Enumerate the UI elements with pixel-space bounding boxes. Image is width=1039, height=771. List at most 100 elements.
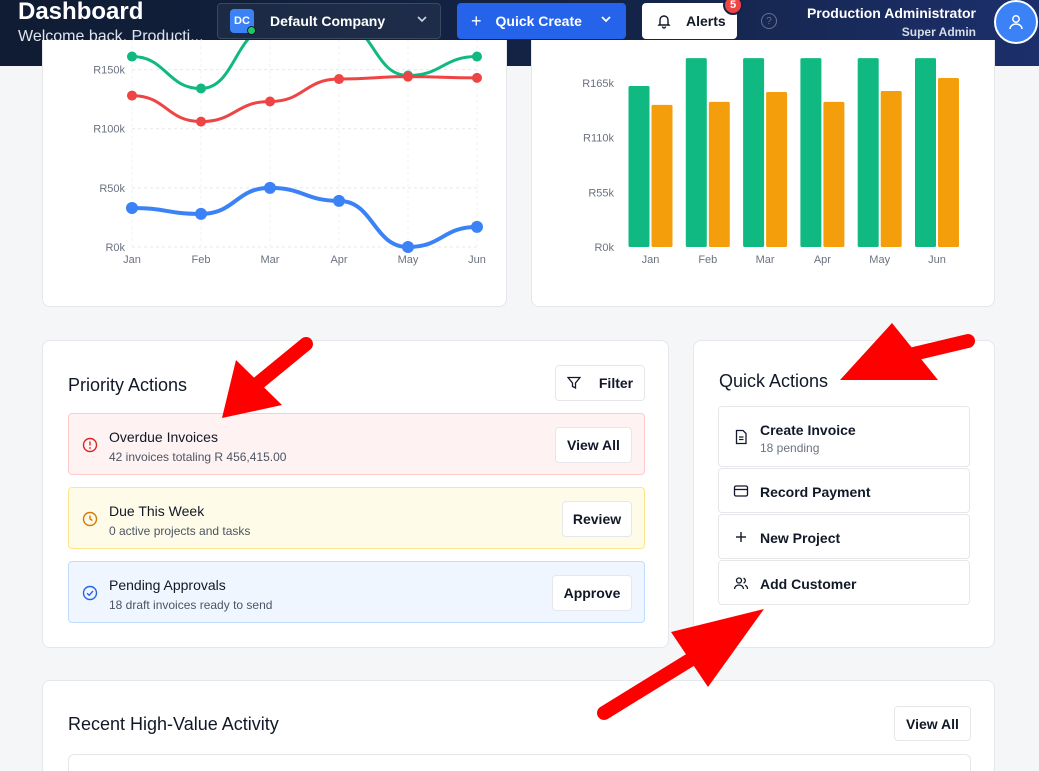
bar (766, 91, 788, 247)
priority-item-subtitle: 0 active projects and tasks (109, 524, 251, 538)
series-point (265, 96, 275, 107)
y-tick-label: R55k (588, 187, 614, 199)
priority-item-title: Due This Week (109, 503, 205, 519)
priority-item-overdue: Overdue Invoices 42 invoices totaling R … (68, 413, 645, 475)
chevron-down-icon (416, 13, 428, 28)
x-tick-label: May (869, 254, 890, 266)
company-selector[interactable]: DC Default Company (217, 3, 441, 39)
create-invoice-action[interactable]: Create Invoice 18 pending (718, 406, 970, 467)
series-point (333, 194, 345, 207)
bar (685, 58, 707, 247)
line-chart: R0k R50k R100k R150k Jan Feb Mar Apr May Jun (93, 40, 486, 266)
y-tick-label: R0k (594, 242, 614, 254)
series-point (403, 71, 413, 82)
user-icon (1009, 15, 1023, 30)
series-point (195, 207, 207, 220)
x-tick-label: Jan (123, 254, 141, 266)
view-all-activity-button[interactable]: View All (894, 706, 971, 741)
revenue-line-chart-card: R0k R50k R100k R150k Jan Feb Mar Apr May Jun (42, 40, 507, 307)
bar (938, 78, 959, 247)
filter-icon (566, 376, 581, 390)
series-point (196, 116, 206, 127)
series-point (472, 72, 482, 83)
plus-icon: + (471, 10, 482, 31)
recent-activity-card: Recent High-Value Activity View All (42, 680, 995, 771)
alerts-count-badge: 5 (723, 0, 743, 15)
new-project-label: New Project (760, 530, 841, 546)
activity-table (68, 754, 971, 771)
recent-activity-title: Recent High-Value Activity (68, 714, 279, 734)
y-tick-label: R110k (583, 133, 614, 145)
bar (880, 90, 902, 248)
series-line (131, 40, 478, 90)
approve-button[interactable]: Approve (552, 575, 632, 611)
review-button[interactable]: Review (562, 501, 632, 537)
alerts-button[interactable]: Alerts 5 (642, 0, 743, 39)
x-tick-label: Apr (330, 254, 347, 266)
series-point (127, 51, 137, 62)
bar (708, 101, 730, 247)
priority-actions-title: Priority Actions (68, 375, 188, 395)
filter-label: Filter (598, 375, 634, 391)
bar (915, 58, 936, 247)
user-name: Production Administrator (806, 5, 976, 21)
x-tick-label: Feb (698, 254, 717, 266)
priority-item-due-this-week: Due This Week 0 active projects and task… (68, 487, 645, 549)
series-point (471, 220, 483, 233)
bar (628, 85, 650, 248)
x-tick-label: Jun (468, 254, 486, 266)
clock-icon (82, 511, 98, 527)
add-customer-label: Add Customer (760, 576, 857, 592)
create-invoice-pending-count: 18 pending (760, 441, 820, 455)
y-tick-label: R50k (99, 183, 125, 195)
y-tick-label: R0k (105, 242, 125, 254)
x-tick-label: Mar (261, 254, 280, 266)
series-line (131, 185, 478, 250)
user-role: Super Admin (901, 25, 976, 39)
bar (651, 104, 673, 247)
record-payment-label: Record Payment (760, 484, 871, 500)
y-tick-label: R150k (93, 65, 125, 77)
user-avatar[interactable] (994, 0, 1038, 44)
series-point (402, 241, 414, 253)
credit-card-icon (733, 485, 749, 497)
create-invoice-label: Create Invoice (760, 422, 856, 438)
bar (743, 58, 765, 247)
bar (857, 58, 879, 247)
view-all-overdue-button[interactable]: View All (555, 427, 632, 463)
plus-icon (736, 532, 746, 542)
bar (800, 58, 822, 247)
y-tick-label: R165k (582, 78, 614, 90)
series-point (126, 201, 138, 214)
add-customer-action[interactable]: Add Customer (718, 560, 970, 605)
y-tick-label: R100k (93, 124, 125, 136)
series-point (196, 83, 206, 94)
series-point (472, 51, 482, 62)
page-title: Dashboard (18, 0, 144, 25)
company-avatar: DC (230, 9, 256, 35)
help-icon[interactable]: ? (761, 13, 777, 29)
users-icon (733, 577, 749, 590)
bell-icon (657, 15, 671, 29)
priority-item-pending-approvals: Pending Approvals 18 draft invoices read… (68, 561, 645, 623)
quick-actions-title: Quick Actions (719, 371, 829, 391)
priority-actions-card: Priority Actions Filter Overdue Invoices… (42, 340, 669, 648)
x-tick-label: Jan (642, 254, 660, 266)
check-circle-icon (82, 585, 98, 601)
file-text-icon (735, 429, 747, 445)
revenue-bar-chart-card: R0k R55k R110k R165k Jan Feb Mar Apr May Jun (531, 40, 995, 307)
bar (823, 101, 845, 247)
quick-create-button[interactable]: + Quick Create (457, 3, 626, 39)
x-tick-label: Apr (814, 254, 831, 266)
filter-button[interactable]: Filter (555, 365, 645, 401)
x-tick-label: Mar (756, 254, 775, 266)
series-line (131, 75, 478, 124)
new-project-action[interactable]: New Project (718, 514, 970, 559)
company-name: Default Company (270, 13, 386, 29)
x-tick-label: May (398, 254, 419, 266)
series-point (127, 90, 137, 101)
record-payment-action[interactable]: Record Payment (718, 468, 970, 513)
priority-item-title: Overdue Invoices (109, 429, 218, 445)
series-point (334, 74, 344, 85)
alert-circle-icon (82, 437, 98, 453)
